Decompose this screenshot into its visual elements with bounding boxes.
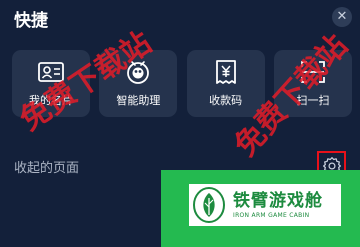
logo-name-en: IRON ARM GAME CABIN [233, 211, 310, 219]
shortcut-label: 智能助理 [116, 94, 161, 107]
collapsed-pages-title: 收起的页面 [14, 161, 80, 176]
shortcut-label: 收款码 [209, 94, 243, 107]
yuan-receipt-icon [215, 60, 236, 84]
panel-title: 快捷 [14, 11, 48, 31]
leaf-logo-icon [193, 187, 225, 223]
site-logo-banner: 铁臂游戏舱 IRON ARM GAME CABIN [161, 170, 360, 247]
close-button[interactable]: ✕ [332, 7, 352, 27]
close-icon: ✕ [336, 9, 348, 24]
logo-box: 铁臂游戏舱 IRON ARM GAME CABIN [189, 184, 341, 226]
logo-text: 铁臂游戏舱 IRON ARM GAME CABIN [233, 191, 323, 220]
logo-name-cn: 铁臂游戏舱 [233, 190, 323, 211]
